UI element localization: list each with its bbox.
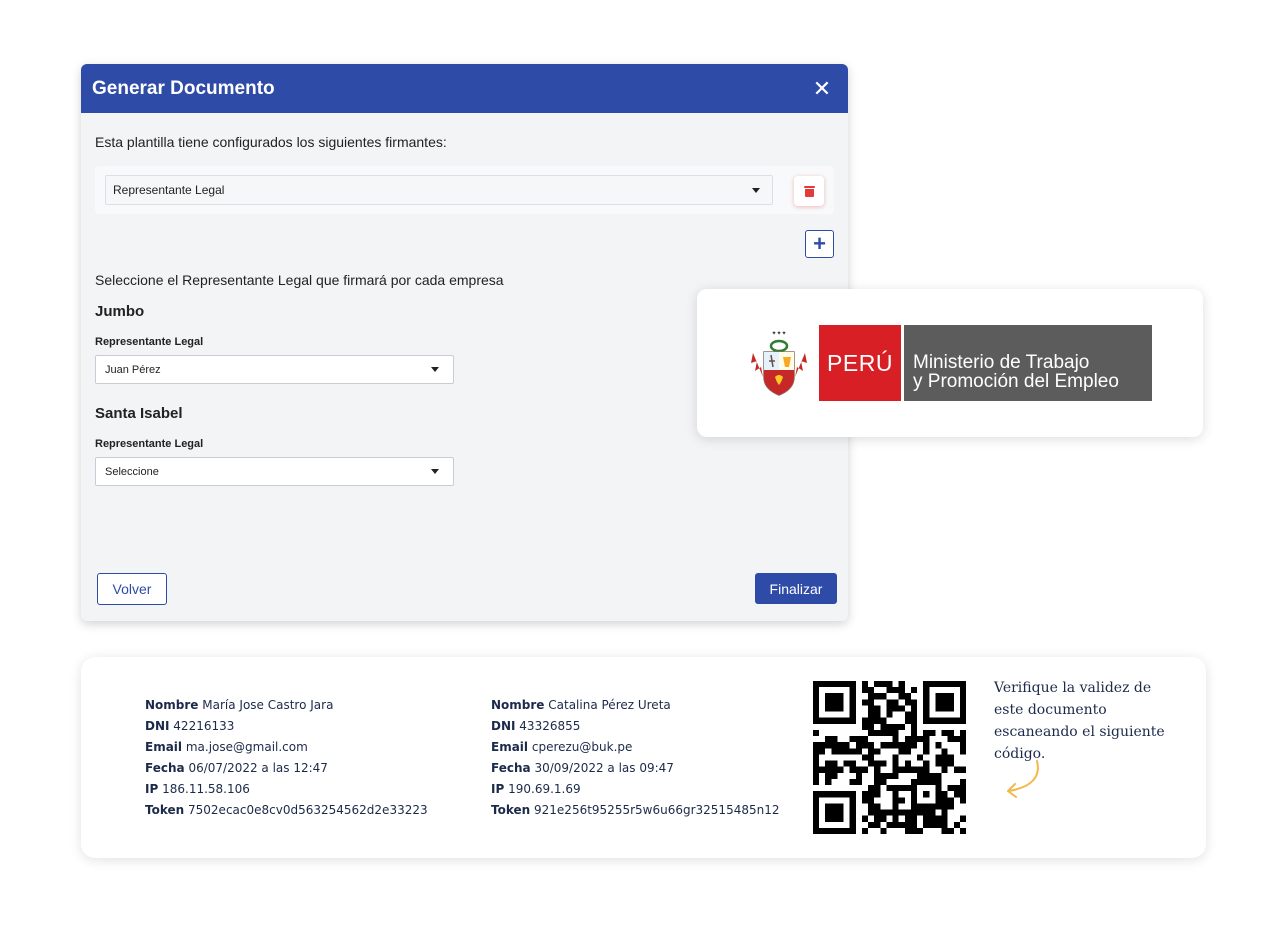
signer-token: 7502ecac0e8cv0d563254562d2e33223 bbox=[188, 803, 428, 817]
close-icon[interactable]: ✕ bbox=[810, 77, 834, 101]
qr-code-icon bbox=[813, 681, 966, 834]
label: Token bbox=[145, 803, 185, 817]
company-name-santa-isabel: Santa Isabel bbox=[95, 405, 183, 422]
label: Email bbox=[491, 740, 529, 754]
signature-block-2: Nombre Catalina Pérez Ureta DNI 43326855… bbox=[491, 695, 779, 821]
representative-select-value: Seleccione bbox=[105, 465, 159, 478]
signer-name: Catalina Pérez Ureta bbox=[548, 698, 671, 712]
signer-email: ma.jose@gmail.com bbox=[185, 740, 308, 754]
curved-arrow-icon bbox=[1007, 760, 1039, 798]
signer-date: 30/09/2022 a las 09:47 bbox=[534, 761, 674, 775]
label: IP bbox=[145, 782, 159, 796]
chevron-down-icon bbox=[431, 469, 439, 474]
label: Fecha bbox=[145, 761, 185, 775]
peru-label: PERÚ bbox=[819, 325, 901, 401]
finish-button[interactable]: Finalizar bbox=[755, 573, 837, 604]
representative-select-santa-isabel[interactable]: Seleccione bbox=[95, 457, 454, 486]
ministry-line-2: y Promoción del Empleo bbox=[913, 371, 1119, 392]
label: Email bbox=[145, 740, 183, 754]
chevron-down-icon bbox=[431, 367, 439, 372]
add-signer-button[interactable]: + bbox=[805, 230, 834, 258]
modal-title: Generar Documento bbox=[92, 77, 275, 99]
signer-row: Representante Legal bbox=[95, 166, 834, 214]
signer-dni: 42216133 bbox=[173, 719, 235, 733]
label: DNI bbox=[491, 719, 516, 733]
signer-token: 921e256t95255r5w6u66gr32515485n12 bbox=[534, 803, 780, 817]
signer-email: cperezu@buk.pe bbox=[531, 740, 633, 754]
label: Token bbox=[491, 803, 531, 817]
signature-card: Nombre María Jose Castro Jara DNI 422161… bbox=[81, 657, 1206, 858]
trash-icon bbox=[803, 185, 815, 197]
ministry-name: Ministerio de Trabajo y Promoción del Em… bbox=[904, 325, 1152, 401]
signer-select[interactable]: Representante Legal bbox=[105, 175, 773, 205]
modal-header: Generar Documento ✕ bbox=[81, 64, 848, 113]
ministry-logo-card: ✦✦✦ PERÚ Ministerio de Trabajo y Promoci… bbox=[697, 289, 1203, 437]
signer-dni: 43326855 bbox=[519, 719, 581, 733]
coat-of-arms-icon: ✦✦✦ bbox=[751, 330, 807, 396]
signer-ip: 190.69.1.69 bbox=[508, 782, 581, 796]
company-name-jumbo: Jumbo bbox=[95, 303, 145, 320]
ministry-line-1: Ministerio de Trabajo bbox=[913, 352, 1090, 373]
stage: Generar Documento ✕ Esta plantilla tiene… bbox=[0, 0, 1280, 925]
signer-date: 06/07/2022 a las 12:47 bbox=[188, 761, 328, 775]
chevron-down-icon bbox=[752, 187, 760, 193]
signer-ip: 186.11.58.106 bbox=[162, 782, 250, 796]
field-label-santa-isabel: Representante Legal bbox=[95, 438, 204, 450]
signer-name: María Jose Castro Jara bbox=[202, 698, 334, 712]
label: Nombre bbox=[145, 698, 199, 712]
label: IP bbox=[491, 782, 505, 796]
field-label-jumbo: Representante Legal bbox=[95, 336, 204, 348]
svg-text:✦✦✦: ✦✦✦ bbox=[771, 330, 786, 337]
delete-signer-button[interactable] bbox=[794, 176, 824, 206]
representative-select-jumbo[interactable]: Juan Pérez bbox=[95, 355, 454, 384]
verify-text: Verifique la validez de este documento e… bbox=[994, 680, 1165, 762]
label: Nombre bbox=[491, 698, 545, 712]
plus-icon: + bbox=[813, 231, 826, 256]
representative-select-value: Juan Pérez bbox=[105, 363, 161, 376]
label: DNI bbox=[145, 719, 170, 733]
signer-select-value: Representante Legal bbox=[113, 183, 225, 197]
signature-block-1: Nombre María Jose Castro Jara DNI 422161… bbox=[145, 695, 428, 821]
intro-text: Esta plantilla tiene configurados los si… bbox=[95, 134, 447, 150]
select-prompt: Seleccione el Representante Legal que fi… bbox=[95, 272, 504, 288]
back-button[interactable]: Volver bbox=[97, 573, 167, 605]
label: Fecha bbox=[491, 761, 531, 775]
